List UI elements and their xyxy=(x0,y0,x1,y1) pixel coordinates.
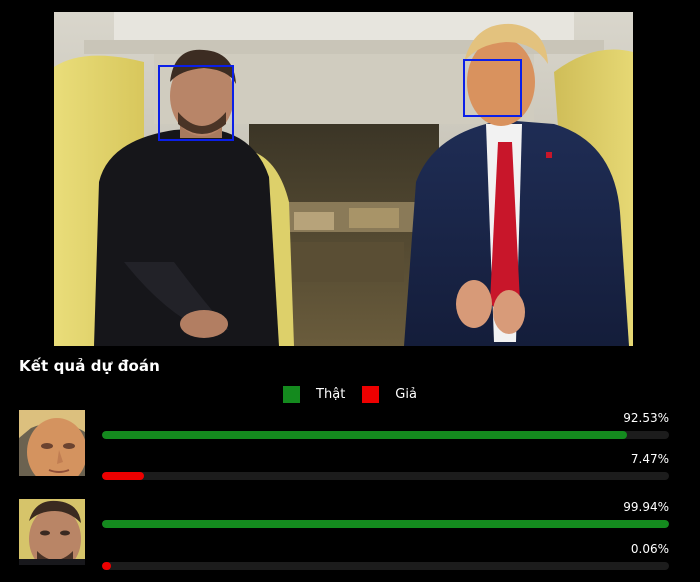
face-thumbnail-2 xyxy=(19,499,85,565)
fake-bar-fill-2 xyxy=(102,562,111,570)
real-percent-2: 99.94% xyxy=(623,500,669,514)
real-bar-fill-1 xyxy=(102,431,627,439)
fake-percent-2: 0.06% xyxy=(630,542,669,556)
video-frame xyxy=(54,12,633,346)
result-row-2: 99.94% 0.06% xyxy=(0,499,700,570)
legend: Thật Giả xyxy=(0,384,700,404)
real-bar-fill-2 xyxy=(102,520,669,528)
real-percent-1: 92.53% xyxy=(623,411,669,425)
app-root: Kết quả dự đoán Thật Giả 92.53% 7.47% 99… xyxy=(0,0,700,582)
legend-label-fake: Giả xyxy=(395,386,417,402)
fake-percent-1: 7.47% xyxy=(630,452,669,466)
face-box-left xyxy=(158,65,234,141)
result-row-1: 92.53% 7.47% xyxy=(0,410,700,480)
fake-bar-track-1 xyxy=(102,472,669,480)
legend-item-fake: Giả xyxy=(362,385,417,403)
face-thumbnail-1 xyxy=(19,410,85,476)
face-box-right xyxy=(463,59,522,117)
fake-bar-track-2 xyxy=(102,562,669,570)
video-scene-image xyxy=(54,12,633,346)
legend-label-real: Thật xyxy=(316,386,346,402)
real-bar-track-2 xyxy=(102,520,669,528)
real-bar-track-1 xyxy=(102,431,669,439)
results-title: Kết quả dự đoán xyxy=(19,357,160,375)
legend-swatch-fake xyxy=(362,385,380,403)
legend-item-real: Thật xyxy=(283,385,346,403)
fake-bar-fill-1 xyxy=(102,472,145,480)
legend-swatch-real xyxy=(283,385,301,403)
